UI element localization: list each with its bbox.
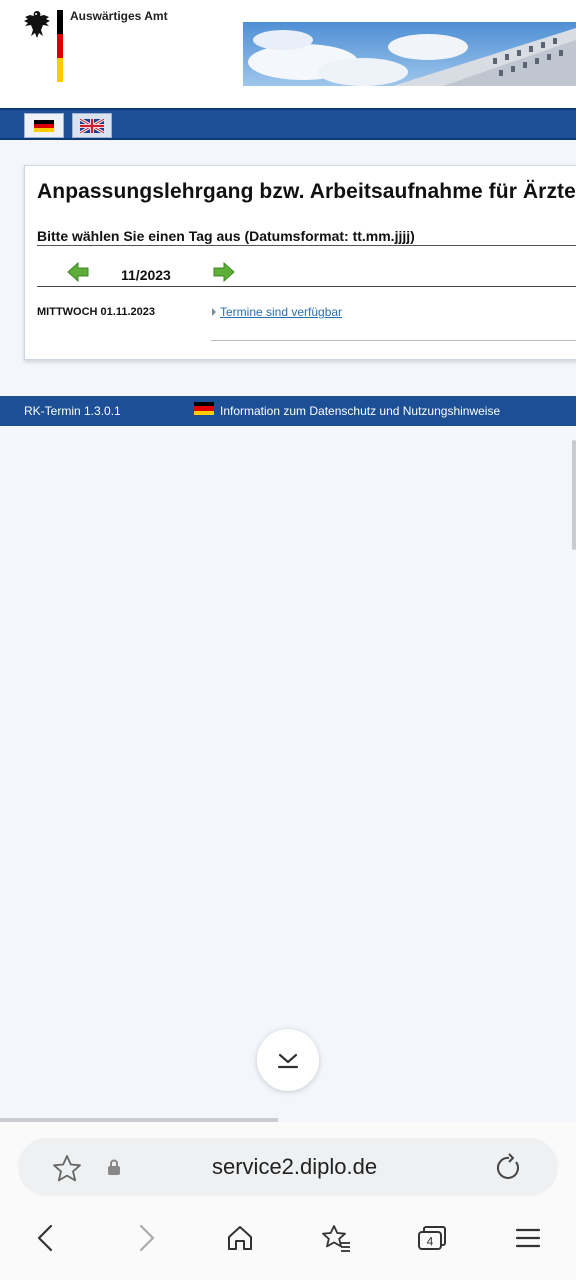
previous-month-arrow-icon[interactable] <box>67 262 89 282</box>
bookmarks-button[interactable] <box>316 1218 356 1258</box>
forward-button[interactable] <box>126 1218 166 1258</box>
language-english-button[interactable] <box>72 113 112 138</box>
reload-icon[interactable] <box>494 1153 524 1183</box>
appointment-card: Anpassungslehrgang bzw. Arbeitsaufnahme … <box>24 165 576 360</box>
back-button[interactable] <box>26 1218 66 1258</box>
chevron-down-icon <box>277 1053 299 1069</box>
german-flag-stripe <box>57 10 63 82</box>
language-bar <box>0 108 576 140</box>
page-title: Anpassungslehrgang bzw. Arbeitsaufnahme … <box>37 180 576 203</box>
url-text[interactable]: service2.diplo.de <box>212 1154 377 1180</box>
next-month-arrow-icon[interactable] <box>213 262 235 282</box>
hamburger-menu-icon <box>515 1228 541 1248</box>
site-footer: RK-Termin 1.3.0.1 Information zum Datens… <box>0 396 576 426</box>
link-arrow-icon <box>212 308 216 316</box>
scroll-down-button[interactable] <box>257 1029 319 1091</box>
federal-eagle-icon <box>24 11 50 38</box>
divider <box>37 286 576 287</box>
divider <box>211 340 576 341</box>
app-version: RK-Termin 1.3.0.1 <box>24 404 121 418</box>
browser-nav-row: 4 <box>0 1218 576 1262</box>
site-header: Auswärtiges Amt <box>0 0 576 108</box>
bookmark-star-icon <box>322 1225 350 1252</box>
chevron-left-icon <box>37 1224 53 1252</box>
address-bar[interactable]: service2.diplo.de <box>18 1138 558 1196</box>
home-icon <box>228 1226 252 1250</box>
browser-toolbar: service2.diplo.de 4 <box>0 1122 576 1280</box>
german-flag-icon <box>194 402 214 415</box>
uk-flag-icon <box>80 118 104 133</box>
ministry-name: Auswärtiges Amt <box>70 9 168 23</box>
date-instruction: Bitte wählen Sie einen Tag aus (Datumsfo… <box>37 228 415 244</box>
vertical-scrollbar[interactable] <box>572 440 576 550</box>
chevron-right-icon <box>139 1224 155 1252</box>
appointments-available-link[interactable]: Termine sind verfügbar <box>220 305 342 319</box>
menu-button[interactable] <box>508 1218 548 1258</box>
german-flag-icon <box>34 119 54 132</box>
tabs-button[interactable]: 4 <box>412 1218 452 1258</box>
lock-icon <box>108 1159 120 1175</box>
tab-count: 4 <box>427 1235 434 1249</box>
privacy-info-link[interactable]: Information zum Datenschutz und Nutzungs… <box>220 404 500 418</box>
home-button[interactable] <box>220 1218 260 1258</box>
tabs-icon: 4 <box>418 1226 446 1250</box>
divider <box>37 245 576 246</box>
building-banner-image <box>243 22 576 86</box>
current-month: 11/2023 <box>121 267 171 283</box>
day-label: MITTWOCH 01.11.2023 <box>37 306 155 318</box>
language-german-button[interactable] <box>24 113 64 138</box>
star-icon[interactable] <box>52 1154 82 1182</box>
